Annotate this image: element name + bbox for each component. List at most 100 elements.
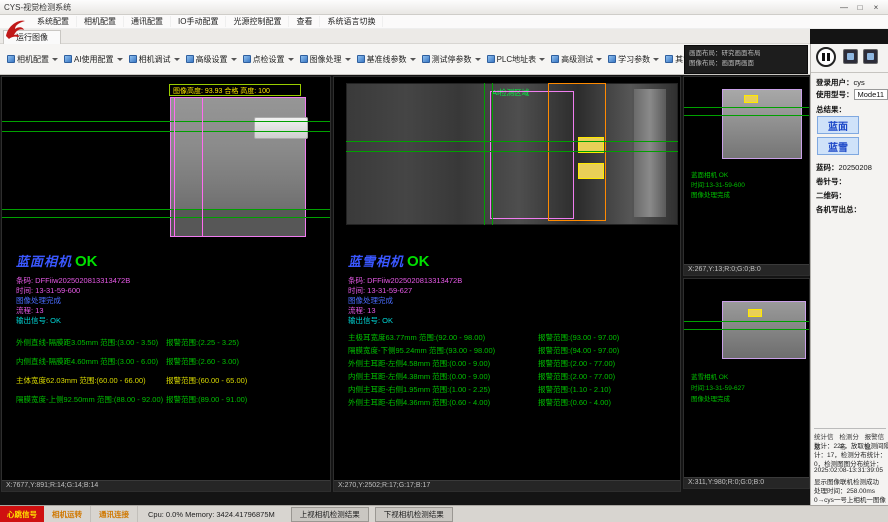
measurement-alarm: 报警范围:(1.10 - 2.10) — [538, 384, 611, 395]
menu-item-system-config[interactable]: 系统配置 — [30, 16, 77, 27]
code-row: 蓝码：20250208 — [816, 162, 872, 173]
measurement-text: 内侧主耳距-左侧4.38mm 范围:(0.00 - 9.00) — [348, 371, 490, 382]
thumb2-coordbar: X:311,Y:980;R:0;G:0;B:0 — [684, 477, 809, 488]
write-total-row: 各机写出总： — [816, 204, 861, 215]
login-user-label: 登录用户： — [816, 78, 854, 87]
toolbar-item-icon — [665, 55, 673, 63]
toolbar-item-camera-config[interactable]: 相机配置 — [4, 54, 61, 65]
titlebar: CYS-视觉检测系统 — □ × — [0, 0, 888, 15]
comm-connected-indicator: 通讯连接 — [91, 506, 138, 522]
cpu-memory-readout: Cpu: 0.0% Memory: 3424.41796875M — [138, 510, 285, 519]
measurement-text: 外侧直线-隔膜距3.05mm 范围:(3.00 - 3.50) — [16, 337, 158, 348]
code-value: 20250208 — [839, 163, 872, 172]
statusbar: 心跳信号 相机运转 通讯连接 Cpu: 0.0% Memory: 3424.41… — [0, 505, 888, 522]
measurement-text: 隔膜宽度-上侧92.50mm 范围:(88.00 - 92.00) — [16, 394, 163, 405]
menu-item-comm-config[interactable]: 通讯配置 — [124, 16, 171, 27]
stats-line: 0→cys一号上相机一图像 — [814, 494, 886, 504]
detection-highlight — [748, 309, 762, 317]
camera1-result: 蓝面相机OK — [16, 251, 98, 271]
toolbar-item-advanced-test[interactable]: 高级测试 — [548, 54, 605, 65]
thumb2-line: 蓝雪相机 OK — [691, 371, 728, 381]
menu-item-light-control-config[interactable]: 光源控制配置 — [226, 16, 289, 27]
thumb1-image — [722, 89, 802, 159]
divider — [811, 72, 888, 73]
toolbar-item-ai-config[interactable]: AI使用配置 — [61, 54, 126, 65]
chevron-down-icon — [345, 58, 351, 61]
toolbar-item-icon — [357, 55, 365, 63]
menu-item-language-switch[interactable]: 系统语言切换 — [320, 16, 383, 27]
model-select[interactable]: Mode11 — [854, 89, 888, 100]
measure-line-vertical — [484, 83, 485, 225]
camera-a-toggle-button[interactable] — [843, 49, 858, 64]
toolbar-item-baseline-params[interactable]: 基准线参数 — [354, 54, 419, 65]
toolbar-item-icon — [422, 55, 430, 63]
camera-view-2[interactable]: AI检测区域 蓝雪相机OK 条码: DFFiiw2025020813313472… — [333, 76, 681, 492]
layout-panel: 画面布局：研究画面布局 图像布局：画面两画面 — [684, 45, 808, 74]
camera-view-1[interactable]: 图像高度: 93.93 合格 高度: 100 蓝面相机OK 条码: DFFiiw… — [1, 76, 331, 492]
pause-button[interactable] — [816, 47, 836, 67]
qrcode-row: 二维码： — [816, 190, 846, 201]
toolbar-item-camera-debug[interactable]: 相机调试 — [126, 54, 183, 65]
camera2-name: 蓝雪相机 — [348, 254, 404, 269]
measurement-alarm: 报警范围:(2.00 - 77.00) — [538, 371, 615, 382]
measurement-text: 内侧主耳距-右侧1.95mm 范围:(1.00 - 2.25) — [348, 384, 490, 395]
close-button[interactable]: × — [868, 3, 884, 12]
thumb-view-1[interactable]: 蓝面相机 OK 时间:13-31-59-600 图像处理完成 X:267,Y:1… — [683, 76, 810, 276]
chevron-down-icon — [117, 58, 123, 61]
thumb-view-2[interactable]: 蓝雪相机 OK 时间:13-31-59-627 图像处理完成 X:311,Y:9… — [683, 278, 810, 489]
maximize-button[interactable]: □ — [852, 3, 868, 12]
thumb2-line: 时间:13-31-59-627 — [691, 382, 745, 392]
output-signal-line: 输出信号: OK — [16, 315, 61, 326]
model-label: 使用型号： — [816, 90, 854, 99]
total-result-label: 总结果： — [816, 104, 846, 115]
camera2-coordbar: X:270,Y:2502;R:17;G:17;B:17 — [334, 480, 680, 491]
measure-line — [684, 321, 810, 322]
right-panel: 登录用户：cys 使用型号：Mode11 总结果： 蓝面 蓝雪 蓝码：20250… — [810, 44, 888, 505]
camera2-ok-badge: OK — [407, 253, 430, 270]
measurement-alarm: 报警范围:(93.00 - 97.00) — [538, 332, 619, 343]
toolbar-item-advanced-settings[interactable]: 高级设置 — [183, 54, 240, 65]
toolbar-item-icon — [551, 55, 559, 63]
menu-item-view[interactable]: 查看 — [289, 16, 320, 27]
toolbar-item-icon — [243, 55, 251, 63]
measurement-alarm: 报警范围:(94.00 - 97.00) — [538, 345, 619, 356]
camera-running-indicator: 相机运转 — [44, 506, 91, 522]
app-logo-icon — [3, 16, 27, 42]
measurement-alarm: 报警范围:(2.25 - 3.25) — [166, 337, 239, 348]
heartbeat-indicator: 心跳信号 — [0, 506, 44, 522]
minimize-button[interactable]: — — [836, 3, 852, 12]
camera1-coordbar: X:7677,Y:891;R:14;G:14;B:14 — [2, 480, 330, 491]
measure-line-vertical — [202, 97, 203, 237]
toolbar-item-icon — [7, 55, 15, 63]
toolbar-item-icon — [487, 55, 495, 63]
measure-line — [346, 141, 678, 142]
needle-label: 卷针号： — [816, 177, 846, 186]
tab-strip: 运行图像 — [0, 29, 810, 44]
menu-item-io-manual-config[interactable]: IO手动配置 — [171, 16, 226, 27]
chevron-down-icon — [475, 58, 481, 61]
measure-line-vertical — [174, 97, 175, 237]
upper-camera-result-button[interactable]: 上视相机检测结果 — [291, 507, 369, 522]
stats-line: 2025:02:08-13:31:39:05 — [814, 467, 883, 474]
menu-item-camera-config[interactable]: 相机配置 — [77, 16, 124, 27]
toolbar-item-label: 相机配置 — [17, 54, 49, 65]
toolbar-item-label: 图像处理 — [310, 54, 342, 65]
lower-camera-result-button[interactable]: 下视相机检测结果 — [375, 507, 453, 522]
toolbar-item-image-process[interactable]: 图像处理 — [297, 54, 354, 65]
toolbar-item-icon — [608, 55, 616, 63]
qrcode-label: 二维码： — [816, 191, 846, 200]
chevron-down-icon — [288, 58, 294, 61]
measurement-text: 外侧主耳距-右侧4.36mm 范围:(0.60 - 4.00) — [348, 397, 490, 408]
toolbar-item-icon — [186, 55, 194, 63]
toolbar-item-learning-params[interactable]: 学习参数 — [605, 54, 662, 65]
toolbar-item-spot-check[interactable]: 点检设置 — [240, 54, 297, 65]
measurement-text: 内侧直线-隔膜距4.60mm 范围:(3.00 - 6.00) — [16, 356, 158, 367]
toolbar-item-test-stop-params[interactable]: 测试停参数 — [419, 54, 484, 65]
measure-line — [684, 107, 810, 108]
detection-highlight — [744, 95, 758, 103]
toolbar-item-icon — [129, 55, 137, 63]
measure-line — [2, 131, 331, 132]
toolbar-item-plc-address-table[interactable]: PLC地址表 — [484, 54, 549, 65]
camera-b-toggle-button[interactable] — [863, 49, 878, 64]
toolbar-item-label: 高级测试 — [561, 54, 593, 65]
